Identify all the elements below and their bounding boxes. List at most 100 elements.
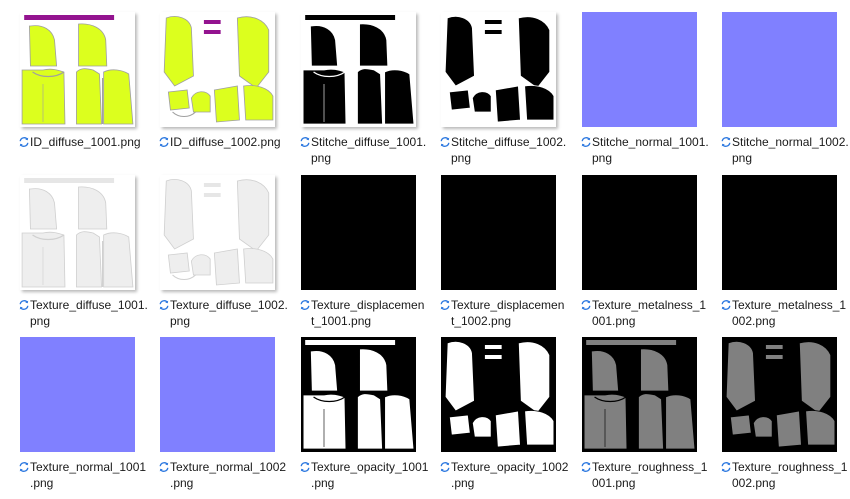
file-thumbnail[interactable] <box>160 12 275 127</box>
file-name-line-2: png <box>30 314 51 328</box>
thumbnail-image <box>20 175 135 290</box>
file-thumbnail[interactable] <box>722 12 837 127</box>
file-name-line-2: png <box>311 151 332 165</box>
file-item[interactable]: Texture_metalness_1 002.png <box>720 175 850 337</box>
file-name: Stitche_normal_1001. png <box>592 134 715 166</box>
file-thumbnail[interactable] <box>582 337 697 452</box>
file-item[interactable]: Texture_normal_1002 .png <box>158 337 293 499</box>
file-label[interactable]: Texture_diffuse_1002.png <box>158 297 293 337</box>
file-thumbnail[interactable] <box>301 12 416 127</box>
sync-icon <box>721 300 731 310</box>
file-name: Stitche_normal_1002.png <box>732 134 850 166</box>
file-name: Texture_metalness_1 001.png <box>592 297 715 329</box>
file-name-line-1: Stitche_diffuse_1002. <box>451 135 567 149</box>
file-label[interactable]: Texture_roughness_1 001.png <box>580 459 715 499</box>
file-item[interactable]: Texture_diffuse_1002.png <box>158 175 293 337</box>
file-thumbnail[interactable] <box>20 12 135 127</box>
file-thumbnail[interactable] <box>160 337 275 452</box>
thumbnail-image <box>441 12 556 127</box>
file-item[interactable]: Texture_normal_1001 .png <box>18 337 153 499</box>
sync-icon <box>581 137 591 147</box>
file-name: Stitche_diffuse_1002.png <box>451 134 574 166</box>
file-label[interactable]: Stitche_normal_1002.png <box>720 134 850 174</box>
file-label[interactable]: Stitche_diffuse_1002.png <box>439 134 574 174</box>
file-item[interactable]: ID_diffuse_1002.png <box>158 12 293 174</box>
file-item[interactable]: ID_diffuse_1001.png <box>18 12 153 174</box>
file-label[interactable]: Texture_metalness_1 002.png <box>720 297 850 337</box>
file-item[interactable]: Texture_opacity_1001 .png <box>299 337 434 499</box>
file-name-line-2: .png <box>170 476 194 490</box>
thumbnail-image <box>582 337 697 452</box>
file-item[interactable]: Texture_diffuse_1001.png <box>18 175 153 337</box>
file-label[interactable]: Texture_opacity_1002 .png <box>439 459 574 499</box>
file-thumbnail[interactable] <box>582 175 697 290</box>
thumbnail-image <box>301 337 416 452</box>
file-label[interactable]: Texture_displacemen t_1001.png <box>299 297 434 337</box>
file-thumbnail[interactable] <box>582 12 697 127</box>
file-name-line-1: Texture_diffuse_1002. <box>170 298 288 312</box>
file-name-line-1: Texture_roughness_1 <box>592 460 708 474</box>
file-name-line-1: ID_diffuse_1001.png <box>30 135 141 149</box>
file-name-line-2: 002.png <box>732 476 776 490</box>
file-thumbnail[interactable] <box>722 337 837 452</box>
file-thumbnail[interactable] <box>20 175 135 290</box>
file-name-line-1: Texture_displacemen <box>451 298 565 312</box>
file-thumbnail[interactable] <box>441 337 556 452</box>
sync-icon <box>440 462 450 472</box>
file-name-line-2: .png <box>451 476 475 490</box>
file-name-line-2: t_1001.png <box>311 314 372 328</box>
sync-icon <box>19 137 29 147</box>
file-label[interactable]: Texture_metalness_1 001.png <box>580 297 715 337</box>
file-thumbnail[interactable] <box>301 337 416 452</box>
file-label[interactable]: Texture_normal_1002 .png <box>158 459 293 499</box>
file-item[interactable]: Texture_displacemen t_1002.png <box>439 175 574 337</box>
sync-icon <box>159 137 169 147</box>
file-name: Texture_normal_1002 .png <box>170 459 293 491</box>
file-name: Texture_displacemen t_1001.png <box>311 297 434 329</box>
file-name-line-2: t_1002.png <box>451 314 512 328</box>
thumbnail-image <box>301 12 416 127</box>
file-name-line-1: Stitche_diffuse_1001. <box>311 135 427 149</box>
file-label[interactable]: Texture_diffuse_1001.png <box>18 297 153 337</box>
file-label[interactable]: ID_diffuse_1002.png <box>158 134 293 174</box>
sync-icon <box>440 137 450 147</box>
file-thumbnail[interactable] <box>441 12 556 127</box>
file-name-line-2: png <box>170 314 191 328</box>
file-item[interactable]: Stitche_diffuse_1002.png <box>439 12 574 174</box>
file-item[interactable]: Texture_metalness_1 001.png <box>580 175 715 337</box>
file-name-line-2: png <box>732 151 753 165</box>
sync-icon <box>440 300 450 310</box>
file-label[interactable]: Texture_displacemen t_1002.png <box>439 297 574 337</box>
file-item[interactable]: Stitche_normal_1002.png <box>720 12 850 174</box>
file-item[interactable]: Texture_displacemen t_1001.png <box>299 175 434 337</box>
file-grid: ID_diffuse_1001.png ID_diffuse_1002.png <box>0 0 850 496</box>
file-name-line-2: png <box>451 151 472 165</box>
sync-icon <box>19 300 29 310</box>
file-label[interactable]: ID_diffuse_1001.png <box>18 134 153 174</box>
file-label[interactable]: Texture_normal_1001 .png <box>18 459 153 499</box>
file-item[interactable]: Texture_roughness_1 001.png <box>580 337 715 499</box>
file-thumbnail[interactable] <box>160 175 275 290</box>
file-label[interactable]: Texture_opacity_1001 .png <box>299 459 434 499</box>
file-thumbnail[interactable] <box>20 337 135 452</box>
file-name-line-1: Texture_roughness_1 <box>732 460 848 474</box>
file-name-line-1: Texture_opacity_1002 <box>451 460 569 474</box>
file-name-line-1: Texture_diffuse_1001. <box>30 298 148 312</box>
file-name: Texture_displacemen t_1002.png <box>451 297 574 329</box>
file-name-line-1: Texture_normal_1001 <box>30 460 147 474</box>
file-thumbnail[interactable] <box>301 175 416 290</box>
file-label[interactable]: Texture_roughness_1 002.png <box>720 459 850 499</box>
file-name-line-1: Texture_metalness_1 <box>732 298 847 312</box>
thumbnail-image <box>160 337 275 452</box>
thumbnail-image <box>441 337 556 452</box>
file-label[interactable]: Stitche_normal_1001. png <box>580 134 715 174</box>
file-name-line-2: png <box>592 151 613 165</box>
file-thumbnail[interactable] <box>722 175 837 290</box>
file-item[interactable]: Stitche_diffuse_1001.png <box>299 12 434 174</box>
file-item[interactable]: Stitche_normal_1001. png <box>580 12 715 174</box>
file-item[interactable]: Texture_roughness_1 002.png <box>720 337 850 499</box>
file-item[interactable]: Texture_opacity_1002 .png <box>439 337 574 499</box>
file-thumbnail[interactable] <box>441 175 556 290</box>
file-label[interactable]: Stitche_diffuse_1001.png <box>299 134 434 174</box>
file-name-line-1: Stitche_normal_1002. <box>732 135 849 149</box>
